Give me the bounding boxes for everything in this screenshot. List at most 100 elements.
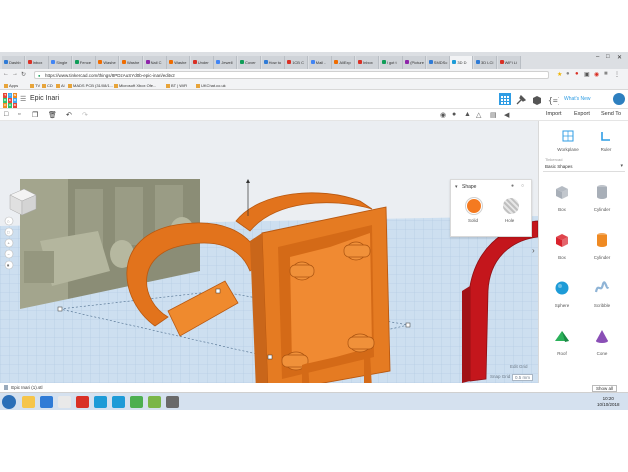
reload-icon[interactable]: ↻ [21, 71, 26, 78]
ie-icon[interactable] [40, 396, 53, 408]
browser-tab[interactable]: (Picture [403, 56, 427, 69]
delete-icon[interactable]: 🗑 [48, 111, 57, 119]
browser-tab[interactable]: How to [261, 56, 285, 69]
clock[interactable]: 10:20 10/10/2018 [597, 396, 620, 408]
skype-icon[interactable] [112, 396, 125, 408]
download-item[interactable]: Epic Inari (1).stl [4, 385, 43, 390]
whats-new-link[interactable]: What's New [564, 96, 591, 102]
bookmark-item[interactable]: MADS PCB (31/08/1... [68, 83, 113, 88]
shape-tile[interactable]: Cylinder [585, 183, 619, 212]
snap-grid-select[interactable]: 0.5 mm [512, 374, 534, 381]
mirror-icon[interactable]: ◀ [504, 111, 509, 119]
align-icon[interactable]: ▤ [490, 111, 497, 119]
extension-gray-icon[interactable]: ■ [604, 71, 608, 77]
browser-tab[interactable]: 3D D [450, 56, 474, 69]
inspector-collapse-icon[interactable]: ▾ [455, 184, 458, 190]
category-select[interactable]: Basic Shapes ▾ [543, 163, 625, 172]
import-button[interactable]: Import [546, 111, 562, 117]
undo-icon[interactable]: ↶ [66, 111, 72, 119]
browser-tab[interactable]: 3D LCI [474, 56, 497, 69]
code-blocks-icon[interactable]: {=} [547, 93, 562, 105]
collapse-panel-icon[interactable]: › [532, 246, 535, 255]
bookmark-item[interactable]: Al [56, 83, 65, 88]
media-icon[interactable] [58, 396, 71, 408]
browser-tab[interactable]: Inbox [356, 56, 379, 69]
chrome-icon[interactable] [130, 396, 143, 408]
new-shape-icon[interactable]: □ [4, 111, 8, 118]
browser-tab[interactable]: SMDSc [426, 56, 450, 69]
browser-tab[interactable]: WiFi Li [497, 56, 521, 69]
tinkercad-logo[interactable]: TINKERCAD [3, 93, 17, 108]
hamburger-icon[interactable]: ☰ [20, 95, 26, 103]
browser-tab[interactable]: Washe [120, 56, 143, 69]
workplane-viewport[interactable]: ⌂ □ + − ■ › ▾ Shape ● ○ Solid Hole Edit … [0, 121, 538, 383]
avatar[interactable] [613, 93, 625, 105]
browser-tab[interactable]: Jewell [214, 56, 238, 69]
menu-dots-icon[interactable]: ⋮ [614, 71, 620, 78]
browser-tab[interactable]: Nail C [143, 56, 167, 69]
bulb-icon[interactable]: ● [452, 111, 456, 118]
workplane-button[interactable]: Workplane [553, 129, 583, 152]
extension-red-icon[interactable]: ● [575, 71, 579, 77]
app-gray-icon[interactable] [166, 396, 179, 408]
forward-icon[interactable]: → [12, 71, 18, 77]
ungroup-icon[interactable]: △ [476, 111, 481, 119]
redo-icon[interactable]: ↷ [82, 111, 88, 119]
browser-tab[interactable]: 1CB C [285, 56, 309, 69]
browser-tab[interactable]: I got t [379, 56, 403, 69]
shape-tile[interactable]: Box [545, 231, 579, 260]
bookmark-item[interactable]: Apps [4, 83, 18, 88]
paste-icon[interactable]: ▫ [18, 111, 20, 118]
lock-shape-icon[interactable]: ● [511, 183, 514, 189]
browser-tab[interactable]: Under [190, 56, 214, 69]
browser-tab[interactable]: AliExp [332, 56, 356, 69]
url-input[interactable]: ● https://www.tinkercad.com/things/8PDzA… [34, 71, 549, 79]
bookmark-star-icon[interactable]: ★ [557, 71, 562, 78]
group-icon[interactable]: ▲ [464, 111, 471, 118]
show-all-button[interactable]: Show all [592, 385, 618, 392]
close-icon[interactable]: ✕ [617, 54, 622, 61]
bookmark-item[interactable]: CD [42, 83, 53, 88]
browser-tab[interactable]: Fence [72, 56, 96, 69]
bookmark-item[interactable]: BT | WiFi [166, 83, 187, 88]
maximize-icon[interactable]: □ [606, 54, 610, 60]
shape-tile[interactable]: Box [545, 183, 579, 212]
start-button[interactable] [2, 395, 16, 409]
light-shape-icon[interactable]: ○ [521, 183, 524, 189]
browser-tab[interactable]: Single [49, 56, 73, 69]
browser-tab[interactable]: Dashb [2, 56, 25, 69]
visibility-icon[interactable]: ◉ [440, 111, 446, 119]
shape-tile[interactable]: Roof [545, 327, 579, 356]
edit-grid-link[interactable]: Edit Grid [510, 364, 528, 369]
solid-swatch[interactable] [466, 198, 482, 214]
grid-view-icon[interactable] [499, 93, 511, 105]
shape-tile[interactable]: Cylinder [585, 231, 619, 260]
browser-tab[interactable]: Inbox [25, 56, 49, 69]
app-green-icon[interactable] [148, 396, 161, 408]
send-to-button[interactable]: Send To [601, 111, 621, 117]
bookmark-item[interactable]: TV [30, 83, 40, 88]
duplicate-icon[interactable]: ❐ [32, 111, 38, 119]
browser-tab[interactable]: Washe [96, 56, 120, 69]
extension-icon[interactable]: ● [566, 71, 570, 77]
browser-tab[interactable]: Washe [167, 56, 191, 69]
browser-tab[interactable]: Mail - [308, 56, 332, 69]
file-explorer-icon[interactable] [22, 396, 35, 408]
cast-icon[interactable]: ▣ [584, 71, 590, 78]
bookmark-item[interactable]: UKChat.co.uk [196, 83, 226, 88]
back-icon[interactable]: ← [3, 71, 9, 77]
build-hammer-icon[interactable] [515, 93, 527, 105]
design-name[interactable]: Epic Inari [30, 95, 59, 102]
ruler-button[interactable]: Ruler [591, 129, 621, 152]
bookmark-item[interactable]: Microsoft Xbox Ofe... [114, 83, 156, 88]
app-red-icon[interactable] [76, 396, 89, 408]
app-blue-icon[interactable] [94, 396, 107, 408]
export-button[interactable]: Export [574, 111, 590, 117]
extension-record-icon[interactable]: ◉ [594, 71, 599, 78]
shape-tile[interactable]: Sphere [545, 279, 579, 308]
browser-tab[interactable]: Cover [238, 56, 261, 69]
hole-swatch[interactable] [503, 198, 519, 214]
blocks-icon[interactable] [531, 93, 543, 105]
minimize-icon[interactable]: – [596, 54, 599, 60]
shape-tile[interactable]: Cone [585, 327, 619, 356]
